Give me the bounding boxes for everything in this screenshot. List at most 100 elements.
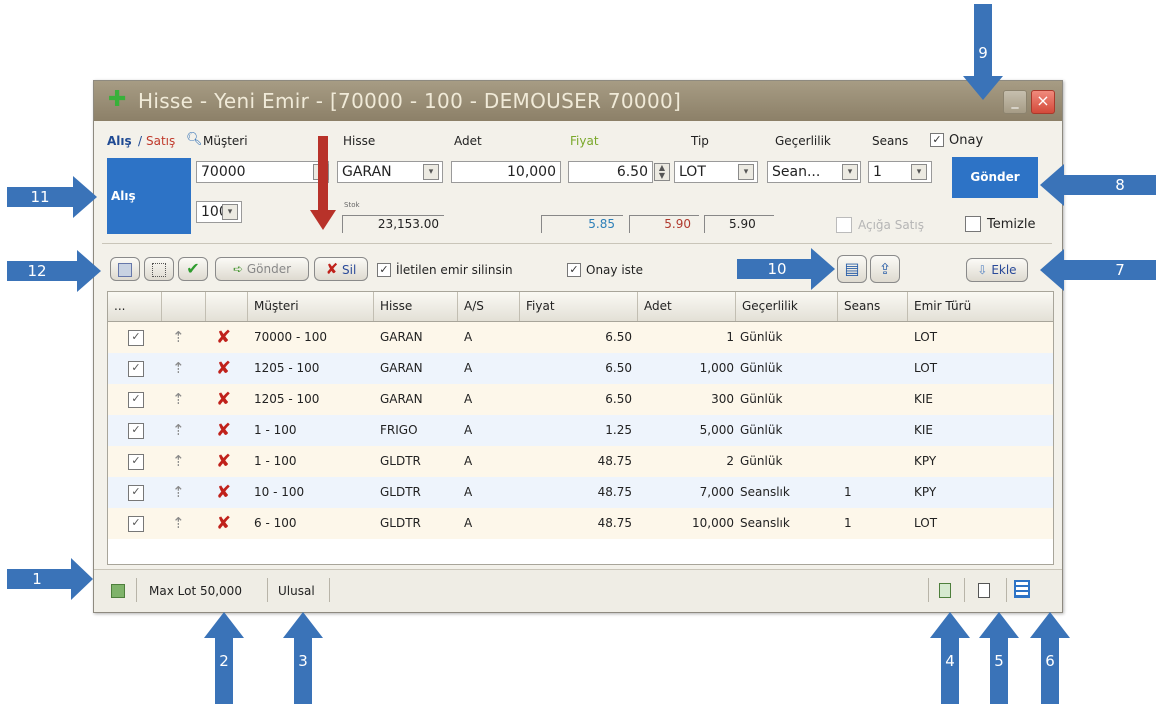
- hesap-dropdown-icon[interactable]: ▾: [222, 204, 238, 220]
- alis-tab[interactable]: Alış: [107, 134, 132, 148]
- cell-hisse: GARAN: [380, 330, 423, 344]
- cell-gecerlilik: Günlük: [740, 361, 783, 375]
- delete-row-icon[interactable]: ✘: [216, 415, 231, 446]
- minimize-button[interactable]: _: [1003, 90, 1027, 114]
- add-down-icon: ⇩: [977, 263, 988, 277]
- table-row[interactable]: ✓ ⇡ ✘ 1 - 100 GLDTR A 48.75 2 Günlük KPY: [108, 446, 1053, 477]
- callout-label-7: 7: [1115, 261, 1125, 279]
- table-row[interactable]: ✓ ⇡ ✘ 10 - 100 GLDTR A 48.75 7,000 Seanslık 1 KPY: [108, 477, 1053, 508]
- gecerlilik-dropdown-icon[interactable]: ▾: [842, 164, 858, 180]
- row-checkbox[interactable]: ✓: [128, 485, 144, 501]
- gonder-submit-button[interactable]: Gönder: [952, 157, 1038, 198]
- move-up-icon[interactable]: ⇡: [172, 384, 185, 415]
- move-up-icon[interactable]: ⇡: [172, 446, 185, 477]
- approve-button[interactable]: ✔: [178, 257, 208, 281]
- hisse-dropdown-icon[interactable]: ▾: [423, 164, 439, 180]
- price-mid-value: 5.90: [629, 215, 699, 233]
- fiyat-input[interactable]: 6.50: [568, 161, 653, 183]
- delete-row-icon[interactable]: ✘: [216, 353, 231, 384]
- document-icon[interactable]: [978, 583, 990, 598]
- move-up-icon[interactable]: ⇡: [172, 353, 185, 384]
- musteri-label: Müşteri: [203, 134, 248, 148]
- callout-label-4: 4: [945, 652, 955, 670]
- row-checkbox[interactable]: ✓: [128, 454, 144, 470]
- row-checkbox[interactable]: ✓: [128, 361, 144, 377]
- column-header-as[interactable]: A/S: [458, 292, 520, 321]
- status-divider: [136, 578, 137, 602]
- delete-row-icon[interactable]: ✘: [216, 508, 231, 539]
- cell-musteri: 1 - 100: [254, 454, 297, 468]
- sil-button[interactable]: ✘ Sil: [314, 257, 368, 281]
- move-up-icon[interactable]: ⇡: [172, 322, 185, 353]
- connection-icon[interactable]: [111, 584, 125, 598]
- column-header-adet[interactable]: Adet: [638, 292, 736, 321]
- column-header-seans[interactable]: Seans: [838, 292, 908, 321]
- delete-row-icon[interactable]: ✘: [216, 446, 231, 477]
- column-header-fiyat[interactable]: Fiyat: [520, 292, 638, 321]
- satis-tab[interactable]: Satış: [146, 134, 175, 148]
- row-checkbox[interactable]: ✓: [128, 423, 144, 439]
- deselect-all-icon: [152, 263, 166, 277]
- cell-as: A: [464, 485, 473, 499]
- delete-row-icon[interactable]: ✘: [216, 322, 231, 353]
- fiyat-spinner-icon[interactable]: ▲ ▼: [654, 163, 670, 181]
- temizle-checkbox[interactable]: [965, 216, 981, 232]
- onay-checkbox[interactable]: ✓: [930, 133, 944, 147]
- side-alis-button[interactable]: Alış: [107, 158, 191, 234]
- deselect-all-button[interactable]: [144, 257, 174, 281]
- export-button[interactable]: ⇪: [870, 255, 900, 283]
- cell-musteri: 70000 - 100: [254, 330, 328, 344]
- aciga-satis-checkbox[interactable]: [836, 217, 852, 233]
- close-button[interactable]: ×: [1031, 90, 1055, 114]
- plus-icon: ✚: [108, 87, 127, 112]
- save-button[interactable]: ▤: [837, 255, 867, 283]
- layout-list-icon[interactable]: [1014, 580, 1030, 598]
- tip-dropdown-icon[interactable]: ▾: [738, 164, 754, 180]
- row-checkbox[interactable]: ✓: [128, 392, 144, 408]
- status-divider: [1006, 578, 1007, 602]
- callout-arrow-11: 11: [7, 176, 99, 218]
- cell-as: A: [464, 516, 473, 530]
- ekle-button[interactable]: ⇩ Ekle: [966, 258, 1028, 282]
- cell-musteri: 1 - 100: [254, 423, 297, 437]
- table-row[interactable]: ✓ ⇡ ✘ 6 - 100 GLDTR A 48.75 10,000 Seanslık 1 LOT: [108, 508, 1053, 539]
- delete-icon: ✘: [325, 260, 339, 278]
- cell-adet: 1: [726, 330, 734, 344]
- cell-gecerlilik: Seanslık: [740, 485, 790, 499]
- select-all-button[interactable]: [110, 257, 140, 281]
- iletilen-checkbox[interactable]: ✓: [377, 263, 391, 277]
- move-up-icon[interactable]: ⇡: [172, 477, 185, 508]
- adet-input[interactable]: 10,000: [451, 161, 561, 183]
- seans-dropdown-icon[interactable]: ▾: [911, 164, 927, 180]
- column-header-emir-turu[interactable]: Emir Türü: [908, 292, 1053, 321]
- column-header-menu[interactable]: ...: [108, 292, 162, 321]
- fiyat-label: Fiyat: [570, 134, 599, 148]
- table-row[interactable]: ✓ ⇡ ✘ 1 - 100 FRIGO A 1.25 5,000 Günlük KIE: [108, 415, 1053, 446]
- price-low-value: 5.85: [541, 215, 623, 233]
- column-header-hisse[interactable]: Hisse: [374, 292, 458, 321]
- move-up-icon[interactable]: ⇡: [172, 508, 185, 539]
- status-divider: [928, 578, 929, 602]
- delete-row-icon[interactable]: ✘: [216, 384, 231, 415]
- title-bar[interactable]: ✚ Hisse - Yeni Emir - [70000 - 100 - DEM…: [94, 81, 1062, 121]
- toolbar-gonder-button[interactable]: ➪ Gönder: [215, 257, 309, 281]
- table-row[interactable]: ✓ ⇡ ✘ 1205 - 100 GARAN A 6.50 300 Günlük KIE: [108, 384, 1053, 415]
- cell-hisse: GARAN: [380, 361, 423, 375]
- callout-label-5: 5: [994, 652, 1004, 670]
- onay-iste-checkbox[interactable]: ✓: [567, 263, 581, 277]
- delete-row-icon[interactable]: ✘: [216, 477, 231, 508]
- column-header-musteri[interactable]: Müşteri: [248, 292, 374, 321]
- search-icon[interactable]: 🔍︎: [186, 132, 203, 147]
- cell-seans: [844, 446, 904, 477]
- row-checkbox[interactable]: ✓: [128, 516, 144, 532]
- column-header-gecerlilik[interactable]: Geçerlilik: [736, 292, 838, 321]
- move-up-icon[interactable]: ⇡: [172, 415, 185, 446]
- callout-label-6: 6: [1045, 652, 1055, 670]
- status-divider: [964, 578, 965, 602]
- table-row[interactable]: ✓ ⇡ ✘ 1205 - 100 GARAN A 6.50 1,000 Günlük LOT: [108, 353, 1053, 384]
- document-green-icon[interactable]: [939, 583, 951, 598]
- send-icon: ➪: [232, 262, 244, 276]
- cell-as: A: [464, 392, 473, 406]
- row-checkbox[interactable]: ✓: [128, 330, 144, 346]
- table-row[interactable]: ✓ ⇡ ✘ 70000 - 100 GARAN A 6.50 1 Günlük LOT: [108, 322, 1053, 353]
